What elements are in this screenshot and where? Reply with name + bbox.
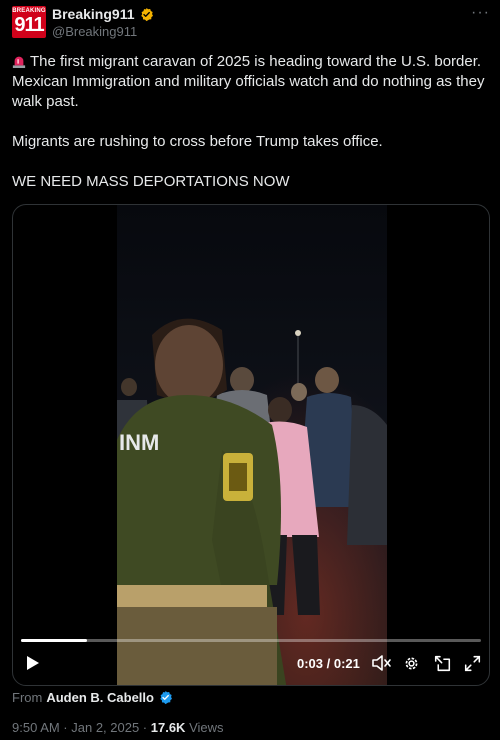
account-name[interactable]: Breaking911 bbox=[52, 6, 135, 22]
post-paragraph-1: The first migrant caravan of 2025 is hea… bbox=[12, 52, 488, 112]
views-count: 17.6K bbox=[150, 720, 186, 735]
post-body: The first migrant caravan of 2025 is hea… bbox=[12, 52, 488, 192]
views-label: Views bbox=[185, 720, 224, 735]
video-attribution: From Auden B. Cabello bbox=[12, 690, 173, 705]
post-text-line-3: WE NEED MASS DEPORTATIONS NOW bbox=[12, 173, 290, 190]
post-text-line-2: Migrants are rushing to cross before Tru… bbox=[12, 133, 383, 150]
avatar[interactable]: BREAKING 911 bbox=[12, 6, 46, 38]
video-player[interactable]: INM 0:03 / 0:21 bbox=[12, 204, 490, 686]
account-handle[interactable]: @Breaking911 bbox=[52, 24, 137, 39]
video-frame[interactable]: INM bbox=[117, 205, 387, 685]
verified-badge-icon bbox=[160, 690, 172, 705]
play-icon[interactable] bbox=[23, 651, 43, 675]
attribution-prefix: From bbox=[12, 690, 43, 705]
post-header: BREAKING 911 Breaking911 @Breaking911 ··… bbox=[0, 0, 500, 44]
popout-icon[interactable] bbox=[431, 651, 453, 675]
video-time: 0:03 / 0:21 bbox=[297, 655, 360, 671]
uniform-text: INM bbox=[119, 430, 159, 455]
settings-icon[interactable] bbox=[400, 651, 422, 675]
more-options-icon[interactable]: ··· bbox=[471, 4, 490, 22]
verified-badge-icon bbox=[140, 7, 153, 21]
avatar-big-text: 911 bbox=[14, 14, 44, 36]
video-progress-fill bbox=[21, 639, 87, 642]
siren-icon bbox=[12, 56, 26, 68]
attribution-source-link[interactable]: Auden B. Cabello bbox=[46, 690, 154, 705]
post-text-line-1: The first migrant caravan of 2025 is hea… bbox=[12, 53, 485, 110]
video-progress-bar[interactable] bbox=[21, 639, 481, 642]
mute-icon[interactable] bbox=[371, 651, 393, 675]
fullscreen-icon[interactable] bbox=[461, 651, 483, 675]
video-still-image: INM bbox=[117, 205, 387, 685]
post-meta: 9:50 AM · Jan 2, 2025 · 17.6K Views bbox=[12, 720, 224, 735]
name-row: Breaking911 bbox=[52, 6, 154, 22]
post-timestamp[interactable]: 9:50 AM · Jan 2, 2025 · bbox=[12, 720, 151, 735]
